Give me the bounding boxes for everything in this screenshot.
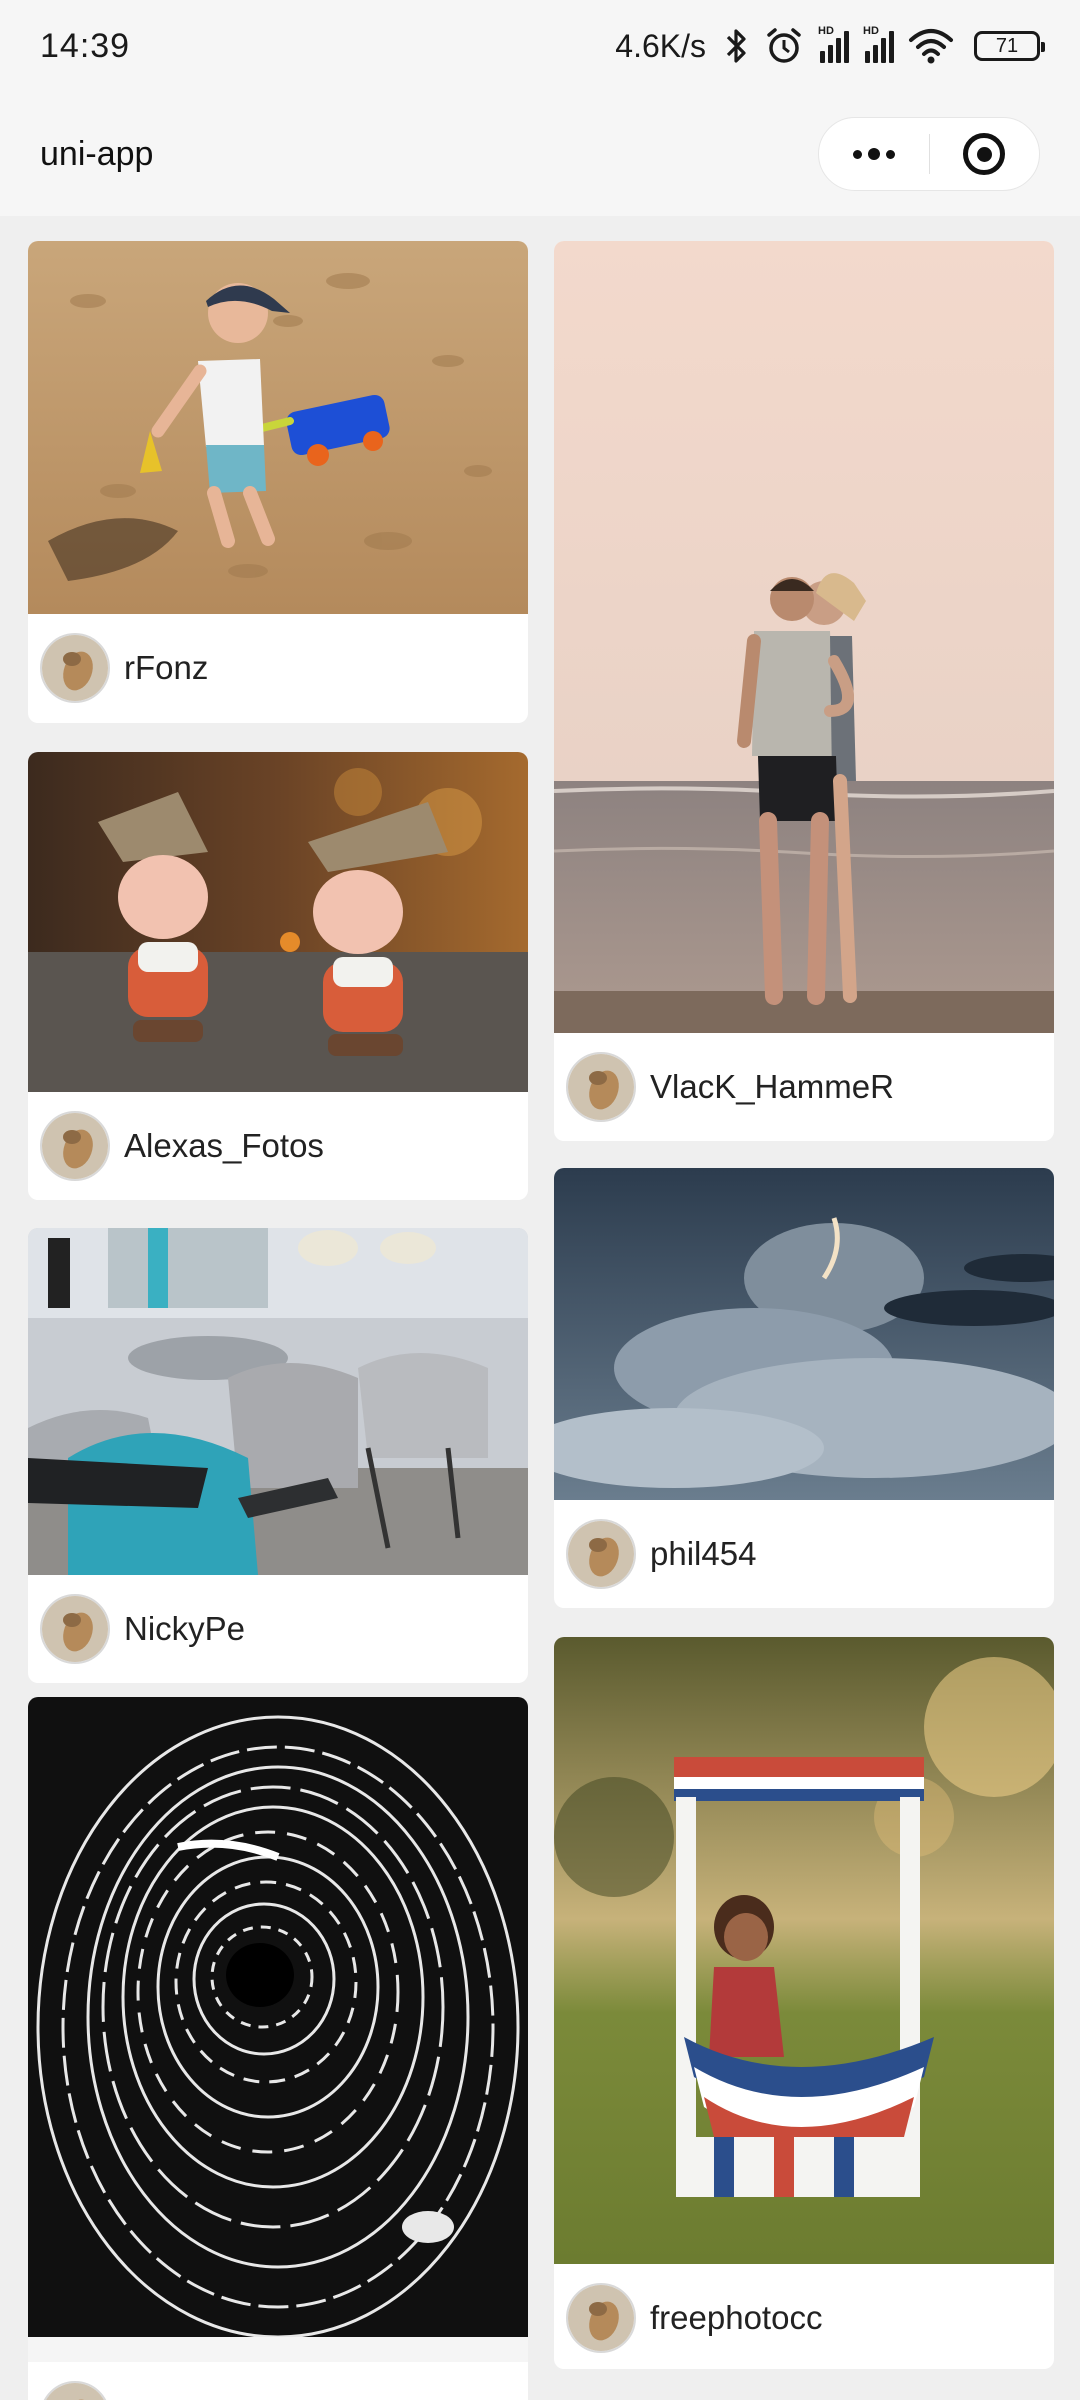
photo-card[interactable]: VlacK_HammeR [554, 241, 1054, 1141]
photo-couple-sea [554, 241, 1054, 1033]
status-time: 14:39 [40, 26, 131, 65]
close-button[interactable] [930, 117, 1040, 191]
photo-vortex [28, 1697, 528, 2362]
photo-card[interactable]: NickyPe [28, 1228, 528, 1683]
author-name[interactable]: freephotocc [650, 2299, 822, 2337]
photo-card[interactable]: freephotocc [554, 1637, 1054, 2369]
author-avatar[interactable] [40, 1111, 110, 1181]
photo-card[interactable] [28, 1697, 528, 2400]
card-footer: NickyPe [28, 1575, 528, 1683]
author-avatar[interactable] [40, 1594, 110, 1664]
author-avatar[interactable] [566, 2283, 636, 2353]
status-bar: 14:39 4.6K/s HD HD 71 [0, 0, 1080, 92]
card-footer [28, 2362, 528, 2400]
signal-icon: HD [818, 25, 849, 63]
photo-card[interactable]: rFonz [28, 241, 528, 723]
battery-level: 71 [995, 34, 1019, 57]
close-target-icon [963, 133, 1006, 175]
author-avatar[interactable] [566, 1052, 636, 1122]
photo-card[interactable]: Alexas_Fotos [28, 752, 528, 1200]
waterfall-feed[interactable]: rFonz VlacK_HammeR Alexas_Fotos phil454 … [0, 216, 1080, 2400]
photo-sand-beach [28, 241, 528, 614]
author-name[interactable]: NickyPe [124, 1610, 245, 1648]
photo-card[interactable]: phil454 [554, 1168, 1054, 1608]
card-footer: freephotocc [554, 2264, 1054, 2369]
alarm-icon [764, 24, 804, 68]
card-footer: rFonz [28, 614, 528, 722]
author-avatar[interactable] [40, 2381, 110, 2400]
photo-clouds [554, 1168, 1054, 1500]
author-name[interactable]: VlacK_HammeR [650, 1068, 894, 1106]
card-footer: phil454 [554, 1500, 1054, 1608]
status-icons: 4.6K/s HD HD 71 [615, 24, 1045, 68]
photo-cafe-chairs [28, 1228, 528, 1575]
battery-icon: 71 [974, 31, 1045, 61]
photo-stand [554, 1637, 1054, 2264]
navigation-bar: uni-app [0, 92, 1080, 216]
hd-label: HD [818, 25, 834, 37]
wifi-icon [908, 24, 954, 68]
bluetooth-icon [724, 24, 750, 68]
hd-label: HD [863, 25, 879, 37]
mini-program-capsule [818, 117, 1040, 191]
app-screen: 14:39 4.6K/s HD HD 71 uni-app rFonz Vlac… [0, 0, 1080, 2400]
network-speed: 4.6K/s [615, 27, 706, 64]
author-avatar[interactable] [566, 1519, 636, 1589]
author-avatar[interactable] [40, 633, 110, 703]
author-name[interactable]: rFonz [124, 649, 208, 687]
more-dots-icon [852, 148, 895, 160]
page-title: uni-app [40, 134, 154, 173]
author-name[interactable]: Alexas_Fotos [124, 1127, 324, 1165]
more-button[interactable] [819, 117, 929, 191]
card-footer: Alexas_Fotos [28, 1092, 528, 1200]
signal-icon: HD [863, 25, 894, 63]
card-footer: VlacK_HammeR [554, 1033, 1054, 1141]
photo-gnomes [28, 752, 528, 1092]
author-name[interactable]: phil454 [650, 1535, 756, 1573]
